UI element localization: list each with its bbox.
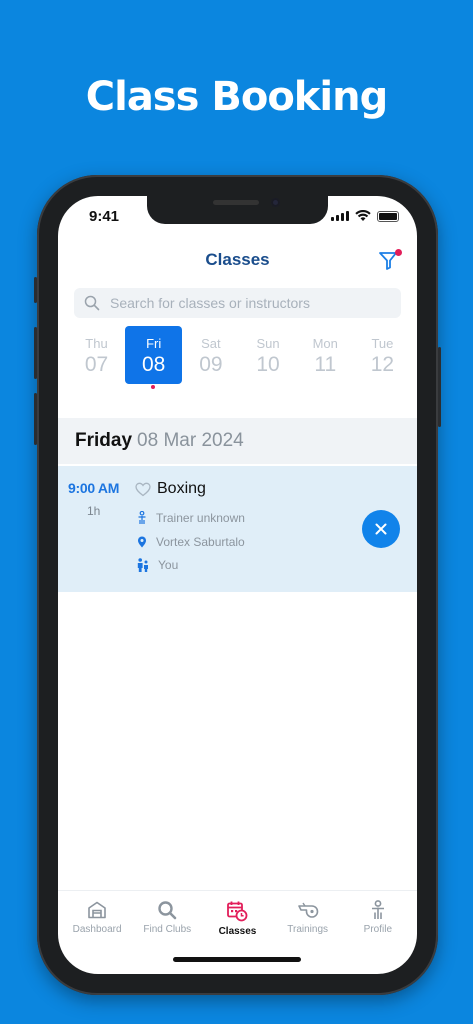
filter-badge xyxy=(395,249,402,256)
date-header: Friday 08 Mar 2024 xyxy=(58,418,417,464)
class-list-item[interactable]: 9:00 AM 1h Boxing Trainer unknown Vortex… xyxy=(58,466,417,592)
tab-profile[interactable]: Profile xyxy=(343,891,413,946)
class-time: 9:00 AM xyxy=(68,480,120,496)
tab-label: Profile xyxy=(363,924,393,935)
notch xyxy=(147,196,328,224)
calendar-clock-icon xyxy=(227,901,248,922)
attendees-icon xyxy=(137,558,148,572)
location-pin-icon xyxy=(138,536,146,548)
location-row: Vortex Saburtalo xyxy=(137,535,245,549)
day-number: 11 xyxy=(314,353,337,376)
day-thu[interactable]: Thu 07 xyxy=(68,326,125,384)
attendee-label: You xyxy=(158,558,179,572)
volume-up-button xyxy=(34,327,37,379)
day-mon[interactable]: Mon 11 xyxy=(297,326,354,384)
filter-button[interactable] xyxy=(377,248,402,272)
search-input[interactable] xyxy=(110,295,380,311)
day-tue[interactable]: Tue 12 xyxy=(354,326,411,384)
page-title: Classes xyxy=(205,250,270,269)
date-full: 08 Mar 2024 xyxy=(137,430,244,451)
app-screen: 9:41 Classes Search for classes or instr… xyxy=(58,196,417,974)
tab-bar: Dashboard Find Clubs Classes Trainings P… xyxy=(58,890,417,946)
tab-label: Trainings xyxy=(287,924,329,935)
search-icon xyxy=(84,295,100,311)
class-duration: 1h xyxy=(87,504,101,518)
camera xyxy=(271,198,280,207)
day-sat[interactable]: Sat 09 xyxy=(182,326,239,384)
search-bar[interactable] xyxy=(74,288,401,318)
day-name: Mon xyxy=(312,336,338,351)
heart-icon[interactable] xyxy=(135,482,151,497)
mute-switch xyxy=(34,277,37,303)
tab-classes[interactable]: Classes xyxy=(202,891,272,946)
location-name: Vortex Saburtalo xyxy=(156,535,245,549)
close-icon xyxy=(375,523,387,535)
tab-dashboard[interactable]: Dashboard xyxy=(62,891,132,946)
day-sun[interactable]: Sun 10 xyxy=(240,326,297,384)
day-number: 08 xyxy=(142,353,166,376)
whistle-icon xyxy=(297,902,318,918)
day-number: 12 xyxy=(370,353,395,376)
wifi-icon xyxy=(355,210,371,221)
booking-indicator-dot xyxy=(150,384,157,390)
day-name: Tue xyxy=(371,336,394,351)
home-icon xyxy=(88,901,106,919)
phone-frame: 9:41 Classes Search for classes or instr… xyxy=(34,175,441,995)
day-number: 10 xyxy=(256,353,280,376)
class-name: Boxing xyxy=(157,480,206,497)
tab-label: Classes xyxy=(218,926,257,937)
power-button xyxy=(438,347,441,427)
trainer-row: Trainer unknown xyxy=(137,511,245,525)
speaker xyxy=(213,200,259,205)
promo-title: Class Booking xyxy=(85,74,388,120)
status-icons xyxy=(331,210,399,222)
signal-icon xyxy=(331,211,349,221)
day-number: 07 xyxy=(84,353,109,376)
battery-icon xyxy=(377,210,399,222)
day-fri[interactable]: Fri 08 xyxy=(125,326,183,390)
day-name: Fri xyxy=(146,336,162,351)
cancel-booking-button[interactable] xyxy=(362,510,400,548)
tab-label: Find Clubs xyxy=(143,924,192,935)
trainer-name: Trainer unknown xyxy=(156,511,245,525)
home-indicator xyxy=(173,957,301,962)
day-name: Sun xyxy=(256,336,280,351)
search-icon xyxy=(158,901,177,920)
trainer-icon xyxy=(138,511,146,524)
tab-find-clubs[interactable]: Find Clubs xyxy=(132,891,202,946)
day-number: 09 xyxy=(199,353,223,376)
status-time: 9:41 xyxy=(89,208,120,225)
day-name: Sat xyxy=(201,336,221,351)
tab-trainings[interactable]: Trainings xyxy=(273,891,343,946)
date-weekday: Friday xyxy=(75,430,133,451)
attendee-row: You xyxy=(137,558,178,572)
class-title-row: Boxing xyxy=(135,480,206,498)
day-name: Thu xyxy=(85,336,108,351)
volume-down-button xyxy=(34,393,37,445)
day-selector: Thu 07 Fri 08 Sat 09 Sun 10 Mon 11 Tue 1… xyxy=(68,326,411,390)
profile-icon xyxy=(371,900,384,919)
tab-label: Dashboard xyxy=(72,924,122,935)
